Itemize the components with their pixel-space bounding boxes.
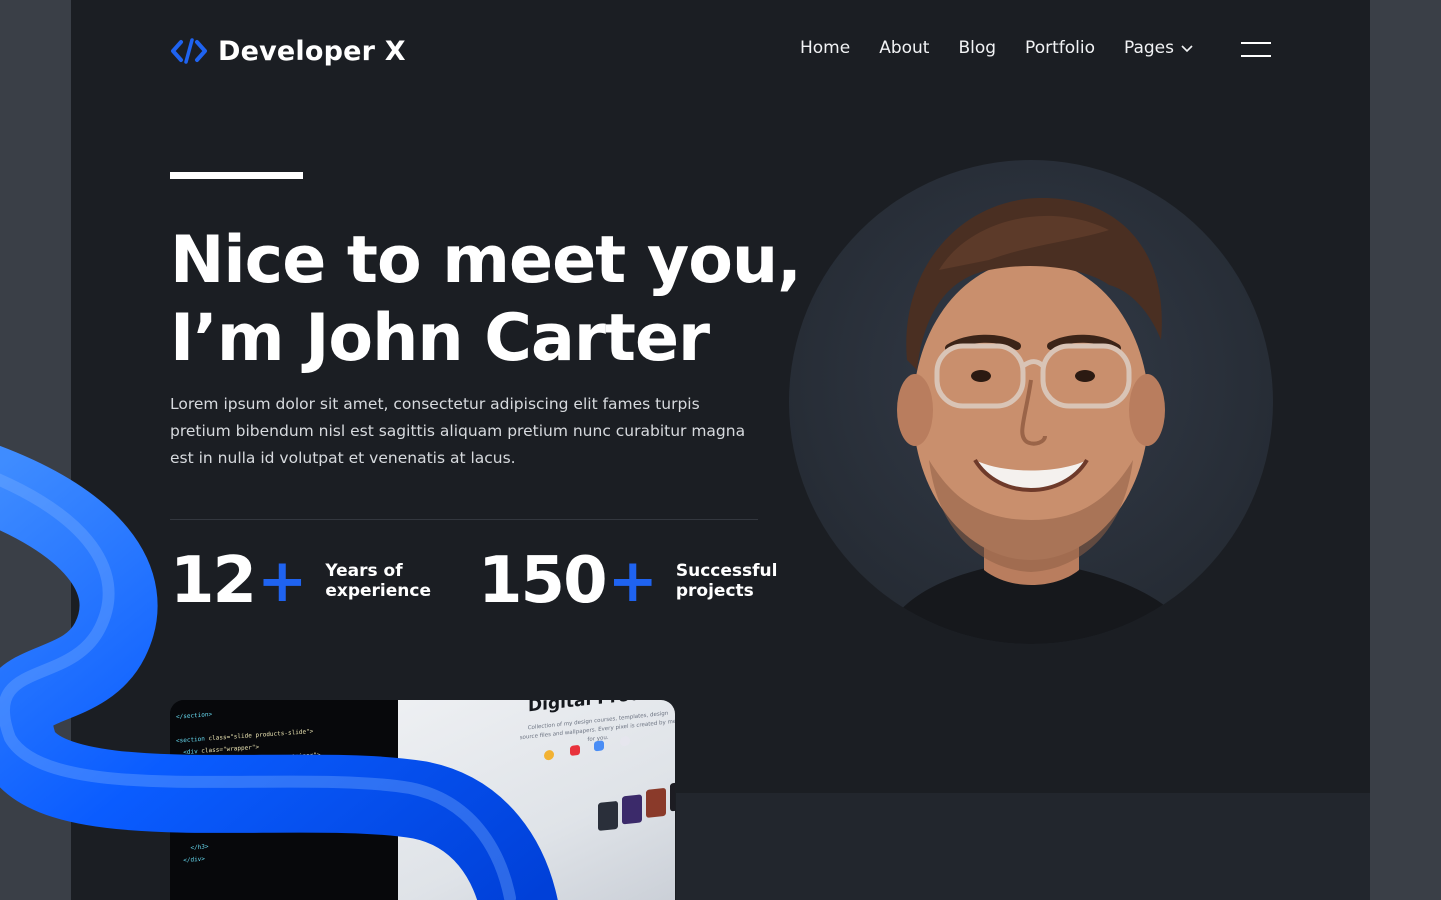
stat-plus: +	[257, 546, 308, 616]
nav-about[interactable]: About	[879, 38, 929, 58]
menu-line	[1241, 55, 1271, 57]
product-thumb	[646, 787, 666, 818]
stat-label: Successful projects	[676, 561, 778, 601]
headline-line-1: Nice to meet you,	[170, 223, 802, 298]
stat-experience: 12 + Years of experience	[170, 548, 431, 614]
nav-pages-dropdown[interactable]: Pages	[1124, 38, 1194, 58]
stat-number: 12	[170, 544, 257, 618]
portfolio-preview-card[interactable]: </section> <section class="slide product…	[170, 700, 675, 900]
stat-label-line-1: Successful	[675, 561, 778, 581]
hero-intro: Lorem ipsum dolor sit amet, consectetur …	[170, 395, 746, 467]
headline-line-2: I’m John Carter	[170, 301, 710, 376]
stat-label-line-2: experience	[325, 581, 431, 601]
nav-portfolio[interactable]: Portfolio	[1025, 38, 1095, 58]
brand-logo[interactable]: Developer X	[170, 34, 406, 68]
main-nav: Home About Blog Portfolio Pages	[800, 38, 1194, 58]
stat-plus: +	[607, 546, 658, 616]
code-brackets-icon	[171, 38, 207, 64]
nav-home[interactable]: Home	[800, 38, 850, 58]
hero-headline: Nice to meet you, I’m John Carter	[170, 222, 810, 378]
portrait-illustration	[879, 197, 1199, 644]
page-frame: Developer X Home About Blog Portfolio Pa…	[71, 0, 1370, 900]
profile-photo	[789, 160, 1273, 644]
nav-blog[interactable]: Blog	[958, 38, 996, 58]
stat-label: Years of experience	[325, 561, 431, 601]
chevron-down-icon	[1181, 45, 1193, 53]
section-band	[676, 793, 1370, 900]
app-icon	[620, 735, 630, 747]
sketch-icon	[544, 749, 554, 761]
product-thumb	[670, 781, 675, 812]
stat-label-line-1: Years of	[325, 561, 403, 581]
stat-label-line-2: projects	[675, 581, 754, 601]
app-icon	[594, 740, 604, 752]
menu-line	[1241, 42, 1271, 44]
product-thumb	[598, 800, 618, 831]
stat-number: 150	[478, 544, 608, 618]
product-thumb	[622, 794, 642, 825]
nav-pages-label: Pages	[1123, 38, 1174, 58]
divider	[170, 519, 758, 520]
hamburger-menu-icon[interactable]	[1241, 42, 1271, 60]
stat-projects: 150 + Successful projects	[478, 548, 777, 614]
digital-products-pane: Digital Products Collection of my design…	[398, 700, 675, 900]
brand-name: Developer X	[218, 35, 406, 67]
app-icon	[570, 744, 580, 756]
accent-rule	[170, 172, 303, 179]
code-editor-pane: </section> <section class="slide product…	[170, 700, 400, 900]
